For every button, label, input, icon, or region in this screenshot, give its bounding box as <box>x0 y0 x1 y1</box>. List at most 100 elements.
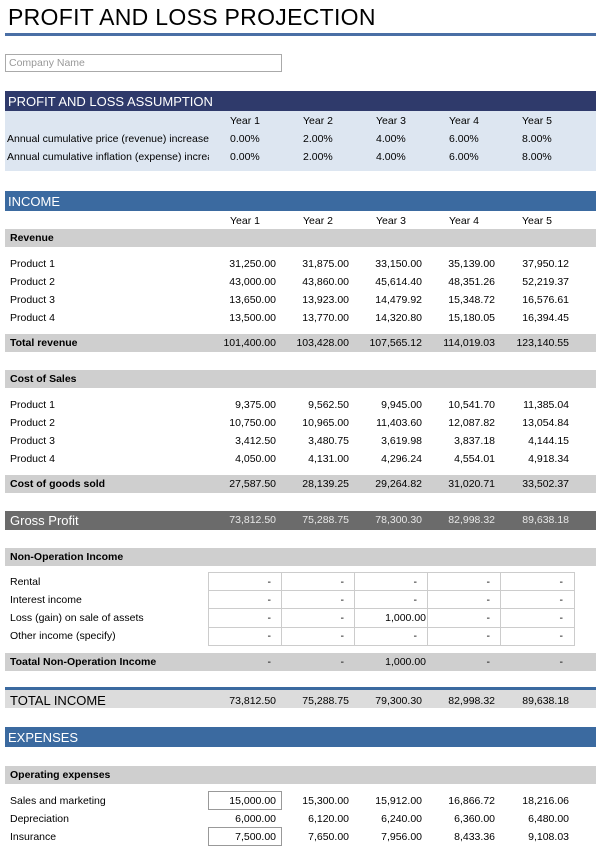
row-value: 4,296.24 <box>381 453 422 465</box>
row-value[interactable]: 8.00% <box>522 151 586 163</box>
row-label: Cost of Sales <box>10 373 77 385</box>
row-value: 13,770.00 <box>302 312 349 324</box>
row-value[interactable]: 2.00% <box>303 133 367 145</box>
row-value[interactable]: 6.00% <box>449 133 513 145</box>
row-label: Toatal Non-Operation Income <box>10 656 157 668</box>
row-label: Interest income <box>10 594 82 606</box>
row-value[interactable]: - <box>499 594 564 606</box>
row-value[interactable]: 4.00% <box>376 151 440 163</box>
table-row: Sales and marketing 15,000.00 15,300.00 … <box>5 792 596 810</box>
row-value: 15,912.00 <box>375 795 422 807</box>
row-value: 31,875.00 <box>302 258 349 270</box>
row-value[interactable]: - <box>280 612 345 624</box>
row-value: 43,000.00 <box>229 276 276 288</box>
row-value: 11,385.04 <box>523 399 569 411</box>
row-value[interactable]: 15,000.00 <box>212 795 276 807</box>
row-value: 43,860.00 <box>302 276 349 288</box>
row-value: 33,502.37 <box>522 478 569 490</box>
row-label: Product 2 <box>10 417 55 429</box>
table-row: Product 1 9,375.00 9,562.50 9,945.00 10,… <box>5 396 596 414</box>
row-value: 28,139.25 <box>302 478 349 490</box>
row-value: 48,351.26 <box>448 276 495 288</box>
row-value[interactable]: 4.00% <box>376 133 440 145</box>
page-title: PROFIT AND LOSS PROJECTION <box>8 4 376 30</box>
row-value: 107,565.12 <box>369 337 422 349</box>
row-value[interactable]: - <box>207 630 272 642</box>
non-operation-total-row: Toatal Non-Operation Income - - 1,000.00… <box>5 653 596 671</box>
row-value[interactable]: - <box>280 630 345 642</box>
row-value: 10,541.70 <box>448 399 495 411</box>
row-value: 10,750.00 <box>229 417 276 429</box>
row-value[interactable]: - <box>499 630 564 642</box>
table-row: Rental - - - - - <box>5 573 596 591</box>
row-value: 14,320.80 <box>375 312 422 324</box>
row-value: 6,000.00 <box>235 813 276 825</box>
row-label: Sales and marketing <box>10 795 106 807</box>
row-value[interactable]: - <box>207 612 272 624</box>
income-year-header-row: Year 1 Year 2 Year 3 Year 4 Year 5 <box>5 212 596 230</box>
row-label: Product 1 <box>10 258 55 270</box>
row-value: 4,131.00 <box>308 453 349 465</box>
row-value: 13,054.84 <box>522 417 569 429</box>
row-value: 13,650.00 <box>229 294 276 306</box>
row-label: Loss (gain) on sale of assets <box>10 612 144 624</box>
row-value: 6,360.00 <box>454 813 495 825</box>
row-value: 89,638.18 <box>522 514 569 526</box>
row-value: 4,050.00 <box>235 453 276 465</box>
row-value: 16,866.72 <box>448 795 495 807</box>
row-value: 35,139.00 <box>448 258 495 270</box>
row-value[interactable]: 8.00% <box>522 133 586 145</box>
non-operation-income-subheader: Non-Operation Income <box>5 548 596 566</box>
row-value[interactable]: - <box>207 576 272 588</box>
year-header: Year 1 <box>230 115 260 127</box>
row-value[interactable]: - <box>353 630 418 642</box>
row-value[interactable]: - <box>499 576 564 588</box>
row-value[interactable]: - <box>499 612 564 624</box>
row-value[interactable]: - <box>426 594 491 606</box>
row-value: 4,918.34 <box>528 453 569 465</box>
row-value[interactable]: - <box>353 594 418 606</box>
row-value[interactable]: 2.00% <box>303 151 367 163</box>
row-value: 31,250.00 <box>229 258 276 270</box>
row-label: Product 4 <box>10 312 55 324</box>
assumption-row-price: Annual cumulative price (revenue) increa… <box>5 130 596 148</box>
row-value: 13,500.00 <box>229 312 276 324</box>
row-value[interactable]: - <box>280 594 345 606</box>
row-label: Revenue <box>10 232 54 244</box>
row-value[interactable]: 6.00% <box>449 151 513 163</box>
row-value[interactable]: 7,500.00 <box>212 831 276 843</box>
cost-of-sales-subheader: Cost of Sales <box>5 370 596 388</box>
row-value[interactable]: 0.00% <box>230 133 294 145</box>
row-value: 7,956.00 <box>381 831 422 843</box>
row-value: 4,144.15 <box>528 435 569 447</box>
row-value: 82,998.32 <box>448 514 495 526</box>
row-value[interactable]: - <box>426 576 491 588</box>
assumption-row-inflation: Annual cumulative inflation (expense) in… <box>5 148 596 166</box>
row-value: 103,428.00 <box>296 337 349 349</box>
row-value: 3,619.98 <box>381 435 422 447</box>
row-value: 10,965.00 <box>302 417 349 429</box>
row-value[interactable]: - <box>353 576 418 588</box>
table-row: Product 2 10,750.00 10,965.00 11,403.60 … <box>5 414 596 432</box>
row-value: 31,020.71 <box>448 478 495 490</box>
year-header: Year 5 <box>522 215 552 227</box>
row-label: Product 3 <box>10 435 55 447</box>
table-row: Interest income - - - - - <box>5 591 596 609</box>
row-value[interactable]: 0.00% <box>230 151 294 163</box>
row-value[interactable]: - <box>426 612 491 624</box>
row-value[interactable]: 1,000.00 <box>362 612 426 624</box>
row-value: 33,150.00 <box>375 258 422 270</box>
row-value[interactable]: - <box>280 576 345 588</box>
assumption-year-header-row: Year 1 Year 2 Year 3 Year 4 Year 5 <box>5 112 596 130</box>
table-row: Insurance 7,500.00 7,650.00 7,956.00 8,4… <box>5 828 596 846</box>
company-name-input[interactable]: Company Name <box>5 54 282 72</box>
gross-profit-row: Gross Profit 73,812.50 75,288.75 78,300.… <box>5 511 596 530</box>
row-value: 9,562.50 <box>308 399 349 411</box>
row-value[interactable]: - <box>207 594 272 606</box>
year-header: Year 1 <box>230 215 260 227</box>
row-value: 27,587.50 <box>229 478 276 490</box>
row-value[interactable]: - <box>426 630 491 642</box>
table-row: Product 4 4,050.00 4,131.00 4,296.24 4,5… <box>5 450 596 468</box>
row-value: - <box>340 656 345 668</box>
row-value: 16,576.61 <box>522 294 569 306</box>
